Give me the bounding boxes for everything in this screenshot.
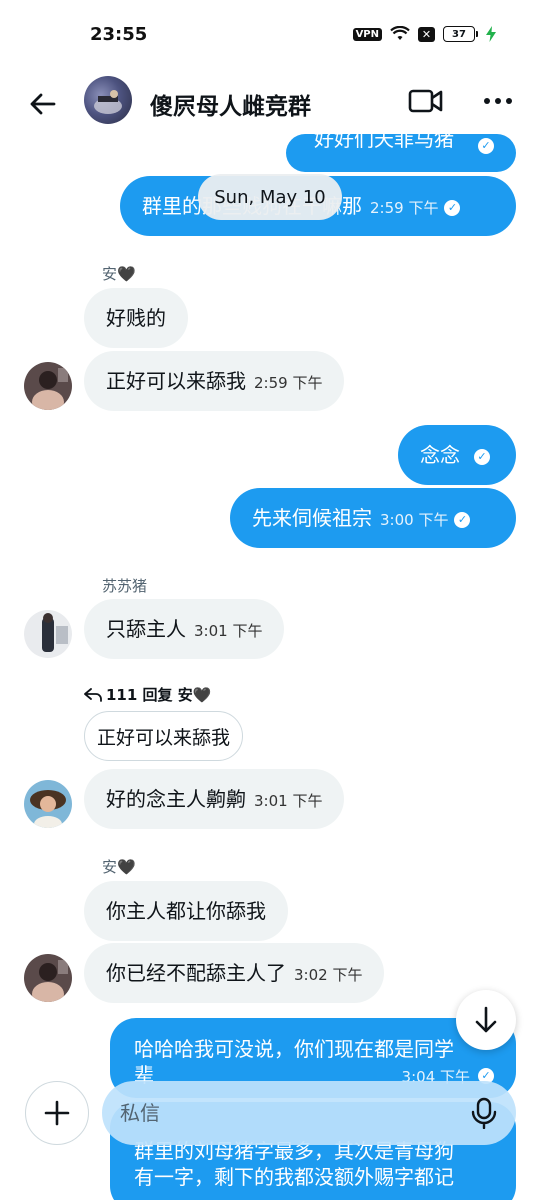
battery-level: 37 <box>443 26 475 42</box>
quoted-message[interactable]: 正好可以来舔我 <box>84 711 244 761</box>
message-bubble[interactable]: 你主人都让你舔我 <box>84 881 288 941</box>
message-input[interactable] <box>102 1101 442 1125</box>
video-call-button[interactable] <box>408 86 444 116</box>
message-text-line: 有一字，剩下的我都没额外赐字都记 <box>134 1165 454 1189</box>
sender-name[interactable]: 安🖤 <box>102 856 136 877</box>
message-bubble[interactable]: 你已经不配舔主人了 3:02 下午 <box>84 943 385 1003</box>
message-time: 3:01 下午 <box>254 792 323 810</box>
message-text: 念念 <box>420 443 460 467</box>
sent-check-icon: ✓ <box>474 448 490 465</box>
conversation-title[interactable]: 傻屄母人雌竞群 <box>150 87 311 121</box>
message-bubble[interactable]: 念念 ✓ <box>398 425 516 485</box>
message-text: 先来伺候祖宗 <box>252 506 372 530</box>
message-text: 好的念主人齁齁 <box>106 787 246 811</box>
reply-meta-text: 111 回复 安🖤 <box>106 686 212 704</box>
sender-avatar[interactable] <box>24 954 72 1002</box>
sent-check-icon: ✓ <box>478 138 494 154</box>
group-avatar[interactable] <box>84 76 132 124</box>
status-time: 23:55 <box>90 24 148 45</box>
microphone-icon <box>471 1097 497 1130</box>
message-composer <box>102 1081 516 1145</box>
message-time: 3:01 下午 <box>194 622 263 640</box>
more-options-button[interactable] <box>480 86 516 116</box>
sender-name[interactable]: 安🖤 <box>102 263 136 284</box>
message-bubble[interactable]: 好贱的 <box>84 288 188 348</box>
message-time: 2:59 下午 <box>370 199 439 217</box>
video-camera-icon <box>408 89 443 113</box>
message-text: 你已经不配舔主人了 <box>106 961 286 985</box>
message-text: 正好可以来舔我 <box>106 369 246 393</box>
sender-avatar[interactable] <box>24 362 72 410</box>
status-icons: VPN ✕ 37 <box>352 26 496 42</box>
back-button[interactable] <box>26 88 58 120</box>
plus-icon <box>44 1100 70 1126</box>
message-bubble[interactable]: 只舔主人 3:01 下午 <box>84 599 285 659</box>
conversation-header: 傻屄母人雌竞群 <box>0 70 540 134</box>
date-divider: Sun, May 10 <box>198 174 342 220</box>
sent-check-icon: ✓ <box>454 511 471 528</box>
arrow-down-icon <box>475 1006 497 1033</box>
message-bubble[interactable]: 好的念主人齁齁 3:01 下午 <box>84 769 345 829</box>
sent-check-icon: ✓ <box>444 199 461 216</box>
status-bar: 23:55 VPN ✕ 37 <box>0 0 540 70</box>
message-text-line: 哈哈哈我可没说，你们现在都是同学 <box>134 1037 454 1061</box>
reply-indicator: 111 回复 安🖤 <box>84 684 211 705</box>
battery-icon: 37 <box>443 26 478 42</box>
reply-arrow-icon <box>84 687 102 702</box>
message-time: 3:00 下午 <box>380 511 449 529</box>
message-bubble[interactable]: 正好可以来舔我 2:59 下午 <box>84 351 345 411</box>
vpn-icon: VPN <box>352 27 382 41</box>
wifi-icon <box>390 26 410 40</box>
sender-avatar[interactable] <box>24 780 72 828</box>
voice-message-button[interactable] <box>470 1097 498 1130</box>
scroll-to-bottom-button[interactable] <box>456 990 516 1050</box>
message-bubble[interactable]: 好好们天菲马猪 ✓ <box>286 134 516 172</box>
add-media-button[interactable] <box>25 1081 89 1145</box>
charging-icon <box>486 26 496 42</box>
x-app-icon: ✕ <box>418 26 435 42</box>
more-dots-icon <box>484 98 512 104</box>
back-arrow-icon <box>30 93 56 115</box>
sender-name[interactable]: 苏苏猪 <box>102 575 147 596</box>
message-text: 你主人都让你舔我 <box>106 899 266 923</box>
message-bubble[interactable]: 先来伺候祖宗 3:00 下午 ✓ <box>230 488 516 548</box>
message-time: 3:02 下午 <box>294 966 363 984</box>
message-text: 只舔主人 <box>106 617 186 641</box>
message-text: 好贱的 <box>106 306 166 330</box>
message-text: 好好们天菲马猪 <box>314 134 454 151</box>
message-time: 2:59 下午 <box>254 374 323 392</box>
sender-avatar[interactable] <box>24 610 72 658</box>
